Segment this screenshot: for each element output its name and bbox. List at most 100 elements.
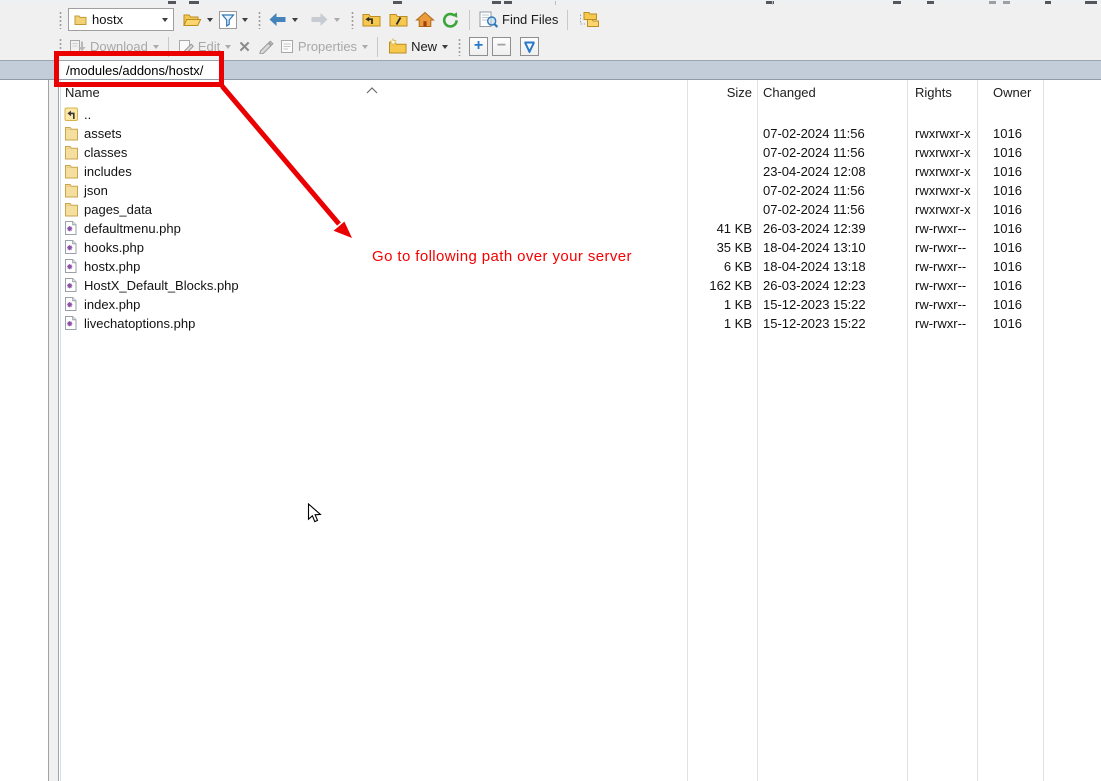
column-header-name[interactable]: Name	[65, 85, 100, 100]
file-row[interactable]: ..	[0, 105, 1101, 124]
forward-icon	[310, 12, 329, 27]
file-changed: 07-02-2024 11:56	[763, 200, 865, 219]
toolbar-separator	[469, 10, 470, 30]
file-row[interactable]: classes 07-02-2024 11:56 rwxrwxr-x 1016	[0, 143, 1101, 162]
file-row[interactable]: livechatoptions.php 1 KB 15-12-2023 15:2…	[0, 314, 1101, 333]
file-rights: rwxrwxr-x	[915, 181, 971, 200]
open-directory-icon	[182, 12, 202, 28]
find-files-button[interactable]: Find Files	[476, 10, 561, 30]
parent-directory-button[interactable]	[358, 10, 385, 29]
file-name: livechatoptions.php	[84, 314, 195, 333]
column-header-owner[interactable]: Owner	[993, 85, 1031, 100]
toolbar-grip[interactable]	[351, 11, 354, 29]
file-size: 1 KB	[687, 295, 752, 314]
file-changed: 07-02-2024 11:56	[763, 143, 865, 162]
new-button[interactable]: New	[384, 37, 451, 56]
file-rights: rw-rwxr--	[915, 238, 966, 257]
parent-directory-icon	[64, 106, 80, 123]
file-changed: 23-04-2024 12:08	[763, 162, 866, 181]
filter-button[interactable]	[216, 10, 251, 30]
mouse-cursor	[307, 503, 327, 525]
find-files-icon	[479, 11, 499, 29]
toolbar-grip[interactable]	[258, 11, 261, 29]
php-file-icon	[64, 296, 80, 313]
file-rights: rwxrwxr-x	[915, 143, 971, 162]
php-file-icon	[64, 258, 80, 275]
chevron-down-icon[interactable]	[242, 18, 248, 22]
column-header-size[interactable]: Size	[687, 85, 752, 100]
filter-icon	[219, 11, 237, 29]
session-folder-icon	[74, 14, 87, 26]
open-directory-button[interactable]	[179, 11, 216, 29]
ui-fragment	[168, 1, 176, 4]
file-changed: 07-02-2024 11:56	[763, 181, 865, 200]
chevron-down-icon[interactable]	[334, 18, 340, 22]
ui-fragment	[393, 1, 402, 4]
properties-button[interactable]: Properties	[277, 38, 371, 55]
file-row[interactable]: defaultmenu.php 41 KB 26-03-2024 12:39 r…	[0, 219, 1101, 238]
ui-fragment	[492, 1, 501, 4]
file-owner: 1016	[993, 200, 1022, 219]
refresh-button[interactable]	[438, 10, 463, 30]
root-directory-icon	[388, 11, 409, 28]
root-directory-button[interactable]	[385, 10, 412, 29]
file-name: HostX_Default_Blocks.php	[84, 276, 239, 295]
parent-directory-icon	[361, 11, 382, 28]
properties-icon	[280, 39, 295, 54]
file-size: 1 KB	[687, 314, 752, 333]
delete-button[interactable]: ✕	[234, 38, 255, 56]
column-header-changed[interactable]: Changed	[763, 85, 816, 100]
file-row[interactable]: index.php 1 KB 15-12-2023 15:22 rw-rwxr-…	[0, 295, 1101, 314]
remove-button[interactable]: −	[492, 37, 511, 56]
session-selector[interactable]: hostx	[68, 8, 174, 31]
chevron-down-icon[interactable]	[362, 45, 368, 49]
panel-splitter[interactable]	[48, 80, 59, 781]
synchronize-folders-button[interactable]	[574, 9, 603, 30]
file-name: includes	[84, 162, 132, 181]
rename-button[interactable]	[255, 38, 277, 55]
file-name: pages_data	[84, 200, 152, 219]
folder-icon	[64, 163, 80, 180]
toolbar-grip[interactable]	[59, 11, 62, 29]
chevron-down-icon[interactable]	[162, 18, 168, 22]
file-row[interactable]: HostX_Default_Blocks.php 162 KB 26-03-20…	[0, 276, 1101, 295]
new-label: New	[411, 39, 437, 54]
chevron-down-icon[interactable]	[292, 18, 298, 22]
file-row[interactable]: json 07-02-2024 11:56 rwxrwxr-x 1016	[0, 181, 1101, 200]
filter-ok-icon	[523, 41, 536, 53]
file-row[interactable]: includes 23-04-2024 12:08 rwxrwxr-x 1016	[0, 162, 1101, 181]
file-changed: 07-02-2024 11:56	[763, 124, 865, 143]
annotation-text: Go to following path over your server	[372, 248, 632, 265]
file-rights: rw-rwxr--	[915, 219, 966, 238]
chevron-down-icon[interactable]	[153, 45, 159, 49]
file-rights: rwxrwxr-x	[915, 124, 971, 143]
file-name: defaultmenu.php	[84, 219, 181, 238]
forward-button[interactable]	[307, 11, 343, 28]
file-row[interactable]: assets 07-02-2024 11:56 rwxrwxr-x 1016	[0, 124, 1101, 143]
file-changed: 26-03-2024 12:23	[763, 276, 866, 295]
file-size: 41 KB	[687, 219, 752, 238]
file-changed: 15-12-2023 15:22	[763, 295, 866, 314]
chevron-down-icon[interactable]	[442, 45, 448, 49]
file-row[interactable]: pages_data 07-02-2024 11:56 rwxrwxr-x 10…	[0, 200, 1101, 219]
file-changed: 18-04-2024 13:18	[763, 257, 866, 276]
file-owner: 1016	[993, 257, 1022, 276]
filter-ok-button[interactable]	[520, 37, 539, 56]
toolbar-separator	[377, 37, 378, 57]
chevron-down-icon[interactable]	[225, 45, 231, 49]
file-owner: 1016	[993, 295, 1022, 314]
file-name: json	[84, 181, 108, 200]
back-button[interactable]	[265, 11, 301, 28]
folder-icon	[64, 182, 80, 199]
folder-icon	[64, 201, 80, 218]
column-header-rights[interactable]: Rights	[915, 85, 952, 100]
file-changed: 15-12-2023 15:22	[763, 314, 866, 333]
add-button[interactable]: +	[469, 37, 488, 56]
toolbar-grip[interactable]	[458, 38, 461, 56]
file-rows: .. assets 07-02-2024 11:56 rwxrwxr-x 101…	[0, 105, 1101, 333]
ui-fragment	[1045, 1, 1051, 4]
home-directory-button[interactable]	[412, 10, 438, 29]
properties-label: Properties	[298, 39, 357, 54]
refresh-icon	[441, 11, 460, 29]
chevron-down-icon[interactable]	[207, 18, 213, 22]
